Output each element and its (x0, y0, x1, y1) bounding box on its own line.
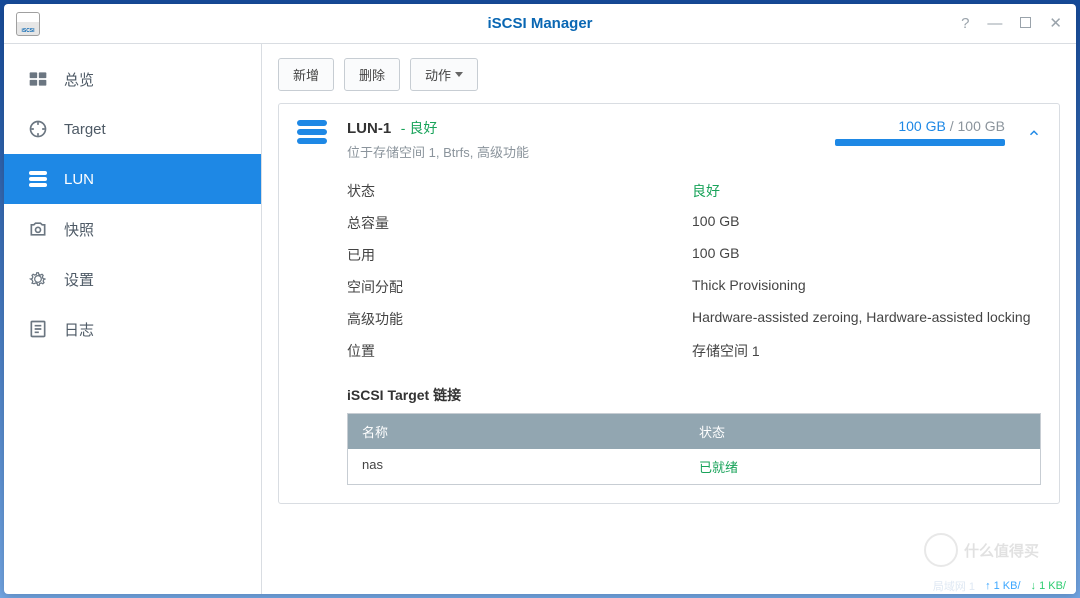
detail-row: 空间分配Thick Provisioning (347, 271, 1041, 303)
sidebar-item-overview[interactable]: 总览 (4, 54, 261, 104)
sidebar-item-label: 总览 (64, 69, 94, 90)
capacity-used: 100 GB (898, 118, 945, 134)
tray-up: ↑ 1 KB/ (985, 580, 1020, 592)
sidebar-item-settings[interactable]: 设置 (4, 254, 261, 304)
target-name: nas (348, 449, 685, 484)
table-row[interactable]: nas 已就绪 (348, 449, 1040, 484)
capacity-summary: 100 GB / 100 GB (835, 118, 1005, 146)
titlebar: iSCSI Manager ? — ✕ (4, 4, 1076, 44)
window-body: 总览 Target LUN 快照 (4, 44, 1076, 594)
targets-table: 名称 状态 nas 已就绪 (347, 413, 1041, 485)
col-status: 状态 (685, 414, 1040, 449)
lun-icon (28, 169, 48, 189)
chevron-down-icon (455, 72, 463, 77)
lun-subtitle: 位于存储空间 1, Btrfs, 高级功能 (347, 142, 529, 161)
detail-row: 总容量100 GB (347, 207, 1041, 239)
log-icon (28, 319, 48, 339)
toolbar: 新增 删除 动作 (278, 58, 1060, 91)
lun-name: LUN-1 (347, 120, 391, 137)
camera-icon (28, 219, 48, 239)
collapse-toggle[interactable] (1027, 126, 1041, 143)
actions-label: 动作 (425, 65, 451, 84)
sidebar-item-label: 日志 (64, 319, 94, 340)
lun-card: LUN-1 - 良好 位于存储空间 1, Btrfs, 高级功能 100 GB … (278, 103, 1060, 504)
target-icon (28, 119, 48, 139)
sidebar-item-label: LUN (64, 171, 94, 188)
target-status: 已就绪 (685, 449, 1040, 484)
detail-row: 高级功能Hardware-assisted zeroing, Hardware-… (347, 303, 1041, 335)
lun-status-header: - 良好 (401, 120, 438, 136)
app-window: iSCSI Manager ? — ✕ 总览 Target (4, 4, 1076, 594)
lun-disk-icon (297, 120, 331, 148)
delete-button[interactable]: 删除 (344, 58, 400, 91)
sidebar-item-lun[interactable]: LUN (4, 154, 261, 204)
sidebar: 总览 Target LUN 快照 (4, 44, 262, 594)
sidebar-item-label: 快照 (64, 219, 94, 240)
app-title: iSCSI Manager (4, 15, 1076, 32)
sidebar-item-snapshot[interactable]: 快照 (4, 204, 261, 254)
sidebar-item-target[interactable]: Target (4, 104, 261, 154)
col-name: 名称 (348, 414, 685, 449)
tray-interface: 局域网 1 (933, 578, 975, 594)
tray-down: ↓ 1 KB/ (1031, 580, 1066, 592)
system-tray: 局域网 1 ↑ 1 KB/ ↓ 1 KB/ (933, 578, 1066, 594)
sidebar-item-label: 设置 (64, 269, 94, 290)
actions-button[interactable]: 动作 (410, 58, 478, 91)
main-panel: 新增 删除 动作 LUN-1 - 良好 (262, 44, 1076, 594)
capacity-total: / 100 GB (946, 118, 1005, 134)
lun-details: 状态良好 总容量100 GB 已用100 GB 空间分配Thick Provis… (347, 175, 1041, 367)
overview-icon (28, 69, 48, 89)
gear-icon (28, 269, 48, 289)
add-button[interactable]: 新增 (278, 58, 334, 91)
lun-card-header: LUN-1 - 良好 位于存储空间 1, Btrfs, 高级功能 100 GB … (297, 118, 1041, 161)
detail-row: 已用100 GB (347, 239, 1041, 271)
sidebar-item-log[interactable]: 日志 (4, 304, 261, 354)
detail-row: 位置存储空间 1 (347, 335, 1041, 367)
targets-table-head: 名称 状态 (348, 414, 1040, 449)
detail-row: 状态良好 (347, 175, 1041, 207)
capacity-bar (835, 139, 1005, 146)
targets-section-title: iSCSI Target 链接 (347, 385, 1041, 405)
sidebar-item-label: Target (64, 121, 106, 138)
